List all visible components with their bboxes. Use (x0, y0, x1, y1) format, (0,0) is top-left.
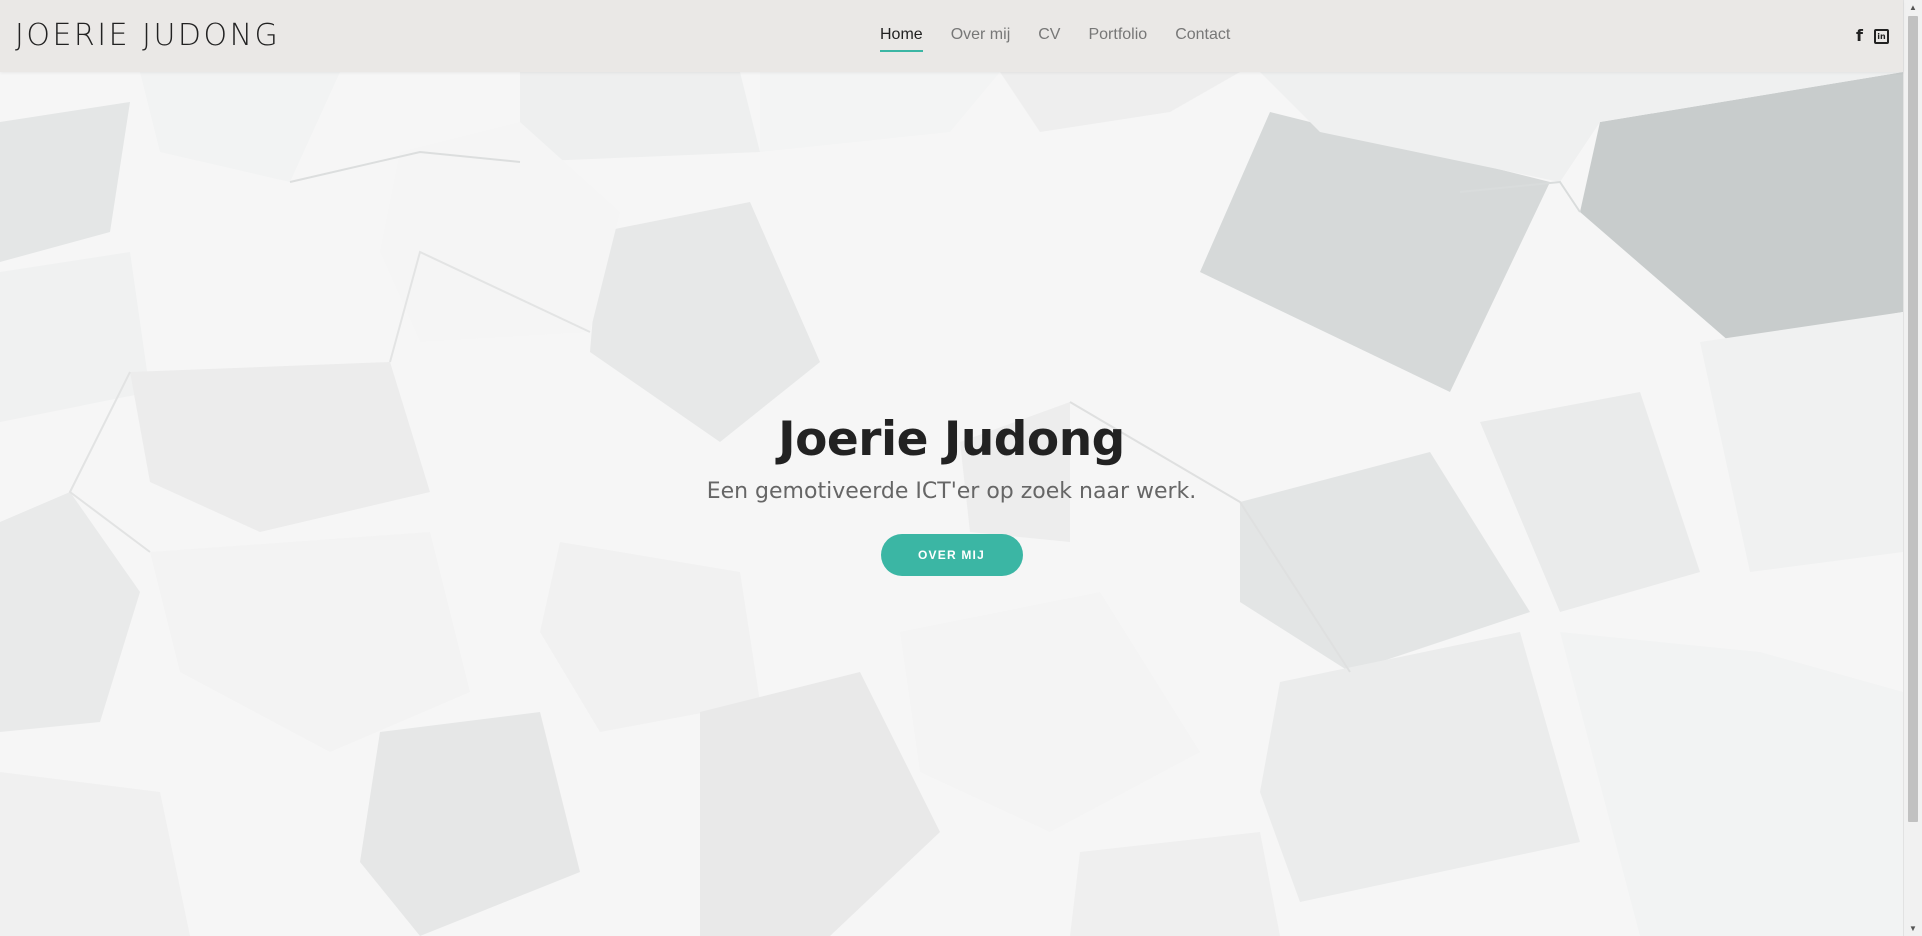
hero-content: Joerie Judong Een gemotiveerde ICT'er op… (0, 412, 1903, 576)
nav-item-label: Home (880, 26, 923, 43)
scroll-up-icon[interactable]: ▲ (1904, 3, 1922, 12)
nav-item-contact[interactable]: Contact (1175, 0, 1230, 72)
nav-item-cv[interactable]: CV (1038, 0, 1060, 72)
linkedin-icon[interactable]: in (1874, 28, 1889, 44)
nav-item-label: Over mij (950, 26, 1011, 43)
site-header: JOERIE JUDONG Home Over mij CV Portfolio… (0, 0, 1903, 72)
facebook-icon[interactable]: f (1856, 27, 1863, 45)
scroll-down-icon[interactable]: ▼ (1904, 924, 1922, 933)
over-mij-button[interactable]: OVER MIJ (880, 534, 1023, 576)
page-scrollbar[interactable]: ▲ ▼ (1903, 0, 1922, 936)
nav-item-portfolio[interactable]: Portfolio (1088, 0, 1147, 72)
nav-item-home[interactable]: Home (880, 0, 923, 72)
nav-item-label: Contact (1175, 26, 1231, 43)
nav-item-over-mij[interactable]: Over mij (951, 0, 1011, 72)
nav-item-label: CV (1038, 26, 1061, 43)
site-logo[interactable]: JOERIE JUDONG (15, 18, 280, 53)
nav-item-label: Portfolio (1088, 26, 1148, 43)
hero-title: Joerie Judong (778, 412, 1125, 467)
social-links: f in (1856, 27, 1889, 45)
hero-section: Joerie Judong Een gemotiveerde ICT'er op… (0, 72, 1903, 936)
hero-subtitle: Een gemotiveerde ICT'er op zoek naar wer… (706, 479, 1197, 504)
active-indicator (880, 50, 923, 52)
scrollbar-thumb[interactable] (1908, 16, 1918, 822)
main-nav: Home Over mij CV Portfolio Contact (880, 0, 1258, 72)
